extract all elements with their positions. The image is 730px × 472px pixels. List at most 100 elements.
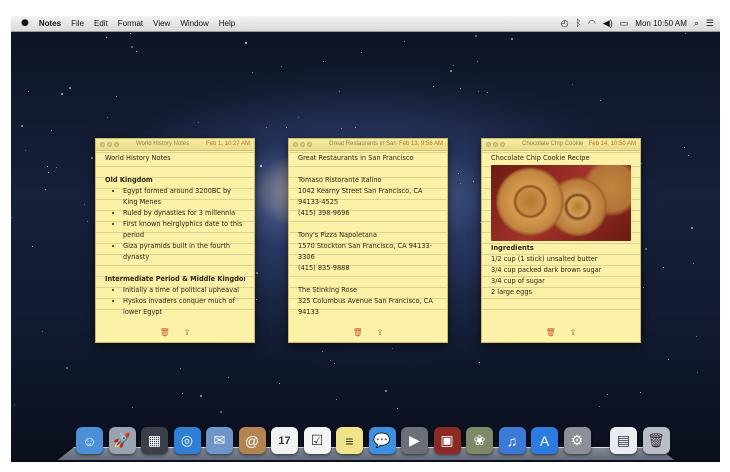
bullet-list: Egypt formed around 3200BC by King Menes…	[105, 186, 245, 263]
apple-icon[interactable]: ●	[21, 16, 29, 31]
note-heading: Intermediate Period & Middle Kingdom	[105, 275, 245, 283]
note-bullet-item: Egypt formed around 3200BC by King Menes	[123, 186, 245, 208]
note-line: 3306	[298, 253, 315, 261]
note-line: 1042 Kearny Street San Francisco, CA	[298, 187, 423, 195]
note-line: 94133	[298, 308, 319, 316]
note-body[interactable]: Great Restaurants in San Francisco Tomaso…	[289, 151, 447, 319]
window-controls	[486, 142, 505, 147]
note-heading: Ingredients	[491, 244, 534, 252]
mail-icon[interactable]: ✉	[206, 427, 233, 454]
note-titlebar[interactable]: World History Notes Feb 1, 10:27 AM	[96, 139, 254, 151]
menu-edit[interactable]: Edit	[94, 19, 108, 28]
note-line	[298, 274, 438, 285]
note-bullet-item: Giza pyramids built in the fourth dynast…	[123, 241, 245, 263]
share-icon[interactable]: ⇪	[184, 328, 191, 337]
note-line: 2 large eggs	[491, 288, 532, 296]
trash-icon[interactable]: 🗑	[353, 328, 363, 337]
system-preferences-icon[interactable]: ⚙	[563, 427, 591, 454]
note-footer: 🗑 ⇪	[96, 322, 254, 342]
note-title: Chocolate Chip Cookie	[522, 141, 584, 147]
note-body[interactable]: Chocolate Chip Cookie Recipe Ingredients 1…	[482, 151, 640, 319]
status-menu-area: ◴ ᛒ ◠ ◀) ▭ Mon 10:50 AM ⌕ ☰	[561, 16, 714, 31]
window-controls	[100, 142, 119, 147]
pages-document-icon[interactable]: ▤	[610, 427, 637, 454]
bluetooth-icon[interactable]: ᛒ	[576, 16, 581, 31]
battery-icon[interactable]: ▭	[620, 16, 629, 31]
note-line: 1570 Stockton San Francisco, CA 94133-	[298, 242, 433, 250]
note-titlebar[interactable]: Great Restaurants in San Feb 13, 9:56 AM	[289, 139, 447, 151]
notes-icon[interactable]: ≡	[336, 427, 363, 454]
note-bullet-item: Ruled by dynasties for 3 millennia	[123, 208, 245, 219]
note-title: World History Notes	[136, 141, 190, 147]
note-line: The Stinking Rose	[298, 286, 358, 294]
note-line: Tony's Pizza Napoletana	[298, 231, 378, 239]
note-footer: 🗑 ⇪	[482, 322, 640, 342]
notification-center-icon[interactable]: ☰	[706, 16, 714, 31]
menu-help[interactable]: Help	[219, 19, 235, 28]
note-line: (415) 398-9696	[298, 209, 350, 217]
zoom-button[interactable]	[500, 142, 505, 147]
launchpad-icon[interactable]: 🚀	[108, 427, 136, 454]
volume-icon[interactable]: ◀)	[603, 16, 613, 31]
note-line	[105, 263, 245, 274]
mission-control-icon[interactable]: ▦	[141, 427, 168, 454]
menu-format[interactable]: Format	[118, 19, 143, 28]
minimize-button[interactable]	[107, 142, 112, 147]
close-button[interactable]	[486, 142, 491, 147]
window-controls	[293, 142, 312, 147]
messages-icon[interactable]: 💬	[368, 427, 396, 454]
calendar-icon[interactable]: 17	[271, 427, 298, 454]
close-button[interactable]	[293, 142, 298, 147]
minimize-button[interactable]	[493, 142, 498, 147]
note-date: Feb 1, 10:27 AM	[205, 141, 250, 147]
note-line: 1/2 cup (1 stick) unsalted butter	[491, 255, 598, 263]
photo-booth-icon[interactable]: ▣	[433, 427, 461, 454]
app-store-icon[interactable]: A	[531, 427, 558, 454]
note-line: Tomaso Ristorante Italino	[298, 176, 382, 184]
menu-file[interactable]: File	[71, 19, 84, 28]
note-window-restaurants[interactable]: Great Restaurants in San Feb 13, 9:56 AM…	[288, 138, 448, 343]
desktop: ● Notes File Edit Format View Window Hel…	[11, 16, 720, 462]
share-icon[interactable]: ⇪	[377, 328, 384, 337]
menu-clock[interactable]: Mon 10:50 AM	[635, 19, 687, 28]
facetime-icon[interactable]: ▶	[401, 427, 428, 454]
safari-icon[interactable]: ◎	[173, 427, 201, 454]
finder-icon[interactable]: ☺	[76, 427, 103, 454]
note-bullet-item: Hyskos invaders conquer much of lower Eg…	[123, 296, 245, 318]
note-line: 3/4 cup of sugar	[491, 277, 545, 285]
trash-icon[interactable]: 🗑	[642, 427, 670, 454]
trash-icon[interactable]: 🗑	[546, 328, 556, 337]
iphoto-icon[interactable]: ❀	[466, 427, 493, 454]
share-icon[interactable]: ⇪	[570, 328, 577, 337]
menu-view[interactable]: View	[153, 19, 170, 28]
note-line: World History Notes	[105, 154, 171, 162]
spotlight-icon[interactable]: ⌕	[694, 16, 699, 31]
close-button[interactable]	[100, 142, 105, 147]
note-line	[105, 164, 245, 175]
contacts-icon[interactable]: @	[238, 427, 266, 454]
note-line	[298, 164, 438, 175]
reminders-icon[interactable]: ☑	[303, 427, 331, 454]
menu-bar: ● Notes File Edit Format View Window Hel…	[11, 16, 720, 32]
wifi-icon[interactable]: ◠	[588, 16, 596, 31]
minimize-button[interactable]	[300, 142, 305, 147]
time-machine-icon[interactable]: ◴	[561, 16, 569, 31]
note-date: Feb 14, 10:50 AM	[588, 141, 636, 147]
note-line: 325 Columbus Avenue San Francisco, CA	[298, 297, 433, 305]
note-titlebar[interactable]: Chocolate Chip Cookie Feb 14, 10:50 AM	[482, 139, 640, 151]
menu-app-name[interactable]: Notes	[39, 19, 61, 28]
note-line: Chocolate Chip Cookie Recipe	[491, 154, 590, 162]
bullet-list: Initially a time of political upheavalHy…	[105, 285, 245, 319]
cookie-photo	[491, 165, 631, 241]
menu-window[interactable]: Window	[180, 19, 208, 28]
trash-icon[interactable]: 🗑	[160, 328, 170, 337]
note-date: Feb 13, 9:56 AM	[398, 141, 443, 147]
note-title: Great Restaurants in San	[329, 141, 397, 147]
note-window-cookie-recipe[interactable]: Chocolate Chip Cookie Feb 14, 10:50 AM C…	[481, 138, 641, 343]
zoom-button[interactable]	[307, 142, 312, 147]
note-window-world-history[interactable]: World History Notes Feb 1, 10:27 AM Worl…	[95, 138, 255, 343]
note-body[interactable]: World History Notes Old Kingdom Egypt form…	[96, 151, 254, 319]
zoom-button[interactable]	[114, 142, 119, 147]
itunes-icon[interactable]: ♫	[498, 427, 526, 454]
note-line	[298, 219, 438, 230]
